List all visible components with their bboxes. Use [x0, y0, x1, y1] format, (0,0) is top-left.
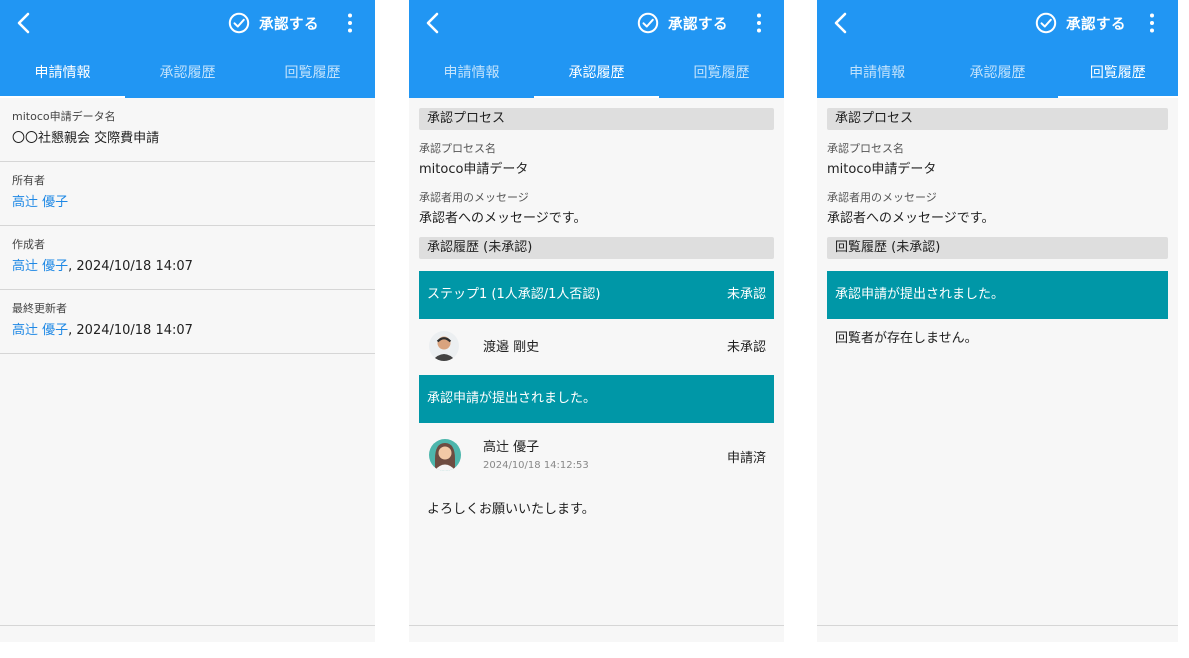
message-label: 承認者用のメッセージ [827, 191, 937, 204]
tab-circulation-history[interactable]: 回覧履歴 [1057, 50, 1178, 98]
field-created-by: 作成者 高辻 優子, 2024/10/18 14:07 [0, 226, 375, 290]
created-date: , 2024/10/18 14:07 [68, 259, 193, 274]
tab-approval-history[interactable]: 承認履歴 [125, 50, 250, 98]
tab-bar: 申請情報 承認履歴 回覧履歴 [817, 50, 1178, 98]
app-bar: 承認する 申請情報 承認履歴 回覧履歴 [817, 0, 1178, 98]
divider [409, 625, 784, 626]
applicant-name: 高辻 優子 [483, 440, 540, 455]
approve-label: 承認する [259, 16, 319, 33]
approve-button[interactable]: 承認する [1035, 11, 1126, 35]
back-arrow-icon[interactable] [422, 10, 444, 36]
app-bar: 承認する 申請情報 承認履歴 回覧履歴 [409, 0, 784, 98]
submitted-banner: 承認申請が提出されました。 [827, 271, 1168, 319]
submitted-title: 承認申請が提出されました。 [835, 287, 1005, 302]
field-value: 〇〇社懇親会 交際費申請 [12, 131, 160, 146]
message-label: 承認者用のメッセージ [419, 191, 529, 204]
approver-status: 未承認 [726, 340, 766, 355]
approve-label: 承認する [668, 16, 728, 33]
tab-circulation-history[interactable]: 回覧履歴 [250, 50, 375, 98]
step-title: ステップ1 (1人承認/1人否認) [427, 287, 601, 302]
screen-approval-history: 承認する 申請情報 承認履歴 回覧履歴 承認プロセス 承認プロセス名 mitoc… [409, 0, 784, 642]
applicant-date: 2024/10/18 14:12:53 [483, 460, 589, 471]
approver-row: 渡邉 剛史 未承認 [419, 319, 774, 375]
field-record-name: mitoco申請データ名 〇〇社懇親会 交際費申請 [0, 98, 375, 162]
tab-request-info[interactable]: 申請情報 [409, 50, 534, 98]
process-name: mitoco申請データ [827, 162, 937, 177]
modifier-link[interactable]: 高辻 優子 [12, 323, 68, 338]
field-label: mitoco申請データ名 [12, 110, 116, 123]
applicant-row: 高辻 優子 2024/10/18 14:12:53 申請済 [419, 423, 774, 485]
step-banner: ステップ1 (1人承認/1人否認) 未承認 [419, 271, 774, 319]
message: 承認者へのメッセージです。 [419, 211, 587, 226]
message: 承認者へのメッセージです。 [827, 211, 995, 226]
check-circle-icon [637, 12, 659, 34]
more-vert-icon[interactable] [754, 11, 764, 35]
process-name-label: 承認プロセス名 [419, 142, 496, 155]
app-bar: 承認する 申請情報 承認履歴 回覧履歴 [0, 0, 375, 98]
field-last-modified-by: 最終更新者 高辻 優子, 2024/10/18 14:07 [0, 290, 375, 354]
process-name: mitoco申請データ [419, 162, 529, 177]
applicant-status: 申請済 [726, 451, 766, 466]
avatar [429, 439, 461, 471]
divider [0, 625, 375, 626]
submitted-title: 承認申請が提出されました。 [427, 391, 597, 406]
section-header-history: 承認履歴 (未承認) [419, 237, 774, 259]
avatar [429, 331, 459, 361]
tab-approval-history[interactable]: 承認履歴 [534, 50, 659, 98]
approver-name: 渡邉 剛史 [483, 340, 540, 355]
field-label: 作成者 [12, 238, 45, 251]
field-owner: 所有者 高辻 優子 [0, 162, 375, 226]
more-vert-icon[interactable] [345, 11, 355, 35]
approve-label: 承認する [1066, 16, 1126, 33]
check-circle-icon [228, 12, 250, 34]
tab-circulation-history[interactable]: 回覧履歴 [659, 50, 784, 98]
tab-request-info[interactable]: 申請情報 [817, 50, 937, 98]
screen-request-info: 承認する 申請情報 承認履歴 回覧履歴 mitoco申請データ名 〇〇社懇親会 … [0, 0, 375, 642]
tab-approval-history[interactable]: 承認履歴 [937, 50, 1057, 98]
check-circle-icon [1035, 12, 1057, 34]
section-header-circulation: 回覧履歴 (未承認) [827, 237, 1168, 259]
tab-request-info[interactable]: 申請情報 [0, 50, 125, 98]
screen-circulation-history: 承認する 申請情報 承認履歴 回覧履歴 承認プロセス 承認プロセス名 mitoc… [817, 0, 1178, 642]
tab-bar: 申請情報 承認履歴 回覧履歴 [0, 50, 375, 98]
more-vert-icon[interactable] [1147, 11, 1157, 35]
back-arrow-icon[interactable] [830, 10, 852, 36]
submitted-banner: 承認申請が提出されました。 [419, 375, 774, 423]
process-name-label: 承認プロセス名 [827, 142, 904, 155]
section-header-process: 承認プロセス [419, 108, 774, 130]
step-status: 未承認 [726, 287, 766, 302]
field-label: 所有者 [12, 174, 45, 187]
owner-link[interactable]: 高辻 優子 [12, 195, 68, 210]
modified-date: , 2024/10/18 14:07 [68, 323, 193, 338]
no-circulators-note: 回覧者が存在しません。 [835, 331, 978, 346]
back-arrow-icon[interactable] [13, 10, 35, 36]
approve-button[interactable]: 承認する [637, 11, 728, 35]
divider [817, 625, 1178, 626]
section-header-process: 承認プロセス [827, 108, 1168, 130]
applicant-comment: よろしくお願いいたします。 [427, 502, 595, 517]
approve-button[interactable]: 承認する [228, 11, 319, 35]
tab-bar: 申請情報 承認履歴 回覧履歴 [409, 50, 784, 98]
field-label: 最終更新者 [12, 302, 67, 315]
creator-link[interactable]: 高辻 優子 [12, 259, 68, 274]
